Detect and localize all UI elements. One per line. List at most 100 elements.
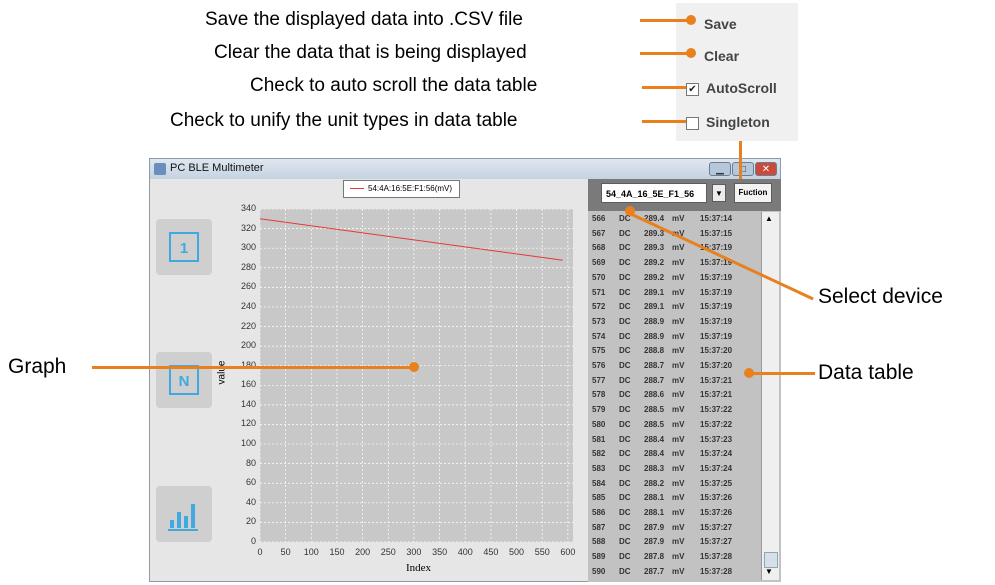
table-cell: 575 [592, 346, 606, 356]
autoscroll-checkbox[interactable]: ✔ [686, 83, 699, 96]
y-tick-label: 300 [240, 242, 256, 253]
x-tick-label: 550 [534, 547, 550, 557]
close-button[interactable]: ✕ [755, 162, 777, 176]
table-row: 583 DC 288.3 mV 15:37:24 [588, 462, 761, 475]
callout-data-table: Data table [818, 361, 914, 384]
x-tick-label: 0 [257, 547, 263, 557]
y-tick-label: 0 [250, 536, 256, 546]
scroll-down-arrow[interactable]: ▼ [765, 567, 773, 576]
table-cell: mV [672, 258, 685, 268]
svg-text:1: 1 [180, 240, 188, 257]
table-cell: 288.5 [644, 419, 665, 429]
table-cell: 584 [592, 478, 606, 488]
table-cell: DC [619, 375, 631, 385]
table-row: 581 DC 288.4 mV 15:37:23 [588, 433, 761, 446]
table-cell: 15:37:28 [700, 552, 733, 562]
table-cell: mV [672, 214, 685, 223]
table-cell: 287.9 [644, 537, 665, 547]
table-cell: DC [619, 331, 631, 341]
connector-clear [640, 52, 690, 55]
table-cell: 15:37:28 [700, 566, 733, 576]
connector-save [640, 19, 690, 22]
table-row: 575 DC 288.8 mV 15:37:20 [588, 344, 761, 357]
x-tick-label: 300 [406, 547, 422, 557]
chart-svg [259, 208, 573, 543]
table-cell: 570 [592, 272, 606, 282]
table-cell: 566 [592, 214, 606, 223]
scroll-thumb[interactable] [764, 552, 778, 568]
table-cell: DC [619, 508, 631, 517]
table-scrollbar[interactable]: ▲ ▼ [761, 212, 779, 580]
singleton-checkbox[interactable] [686, 117, 699, 130]
table-cell: 288.4 [644, 434, 665, 444]
table-cell: mV [672, 552, 685, 562]
table-cell: mV [672, 375, 685, 385]
table-cell: 15:37:19 [700, 302, 733, 312]
table-cell: 568 [592, 243, 606, 253]
y-tick-label: 160 [240, 379, 256, 390]
bar-chart-button[interactable] [156, 486, 212, 542]
table-cell: mV [672, 243, 685, 253]
table-row: 571 DC 289.1 mV 15:37:19 [588, 286, 761, 299]
minimize-button[interactable]: ▁ [709, 162, 731, 176]
table-cell: mV [672, 405, 685, 415]
table-cell: mV [672, 493, 685, 503]
table-cell: mV [672, 346, 685, 356]
app-window: PC BLE Multimeter ▁ □ ✕ 1 N 54:4A:16:5E:… [149, 158, 781, 582]
x-tick-label: 150 [329, 547, 345, 557]
table-cell: 288.1 [644, 508, 665, 517]
table-cell: mV [672, 449, 685, 459]
single-value-button[interactable]: 1 [156, 219, 212, 275]
table-cell: mV [672, 463, 685, 473]
table-cell: 15:37:20 [700, 346, 733, 356]
table-cell: 15:37:19 [700, 316, 733, 326]
window-title: PC BLE Multimeter [170, 162, 264, 174]
save-menu-item[interactable]: Save [704, 16, 737, 32]
table-row: 568 DC 289.3 mV 15:37:19 [588, 241, 761, 254]
table-row: 570 DC 289.2 mV 15:37:19 [588, 271, 761, 284]
y-axis-label: value [216, 360, 228, 385]
series-line [259, 218, 563, 261]
table-row: 582 DC 288.4 mV 15:37:24 [588, 447, 761, 460]
single-value-icon: 1 [169, 232, 199, 262]
table-cell: 582 [592, 449, 606, 459]
app-icon [154, 163, 166, 175]
table-row: 577 DC 288.7 mV 15:37:21 [588, 374, 761, 387]
table-cell: 289.2 [644, 258, 665, 268]
table-cell: DC [619, 272, 631, 282]
table-cell: DC [619, 405, 631, 415]
y-tick-label: 140 [240, 398, 256, 409]
table-cell: 288.8 [644, 346, 665, 356]
callout-graph: Graph [8, 355, 67, 378]
table-row: 585 DC 288.1 mV 15:37:26 [588, 491, 761, 504]
x-tick-label: 100 [303, 547, 319, 557]
chevron-down-icon[interactable]: ▼ [712, 184, 726, 202]
svg-text:N: N [179, 373, 190, 390]
x-axis-label: Index [406, 562, 432, 574]
maximize-button[interactable]: □ [732, 162, 754, 176]
table-row: 586 DC 288.1 mV 15:37:26 [588, 506, 761, 519]
legend-label: 54:4A:16:5E:F1:56(mV) [368, 184, 453, 193]
table-cell: 15:37:14 [700, 214, 733, 223]
table-cell: DC [619, 258, 631, 268]
table-cell: 577 [592, 375, 606, 385]
data-table: 566 DC 289.4 mV 15:37:14 567 DC 289.3 mV 15:37:15… [588, 212, 761, 580]
table-cell: 15:37:22 [700, 405, 733, 415]
clear-menu-item[interactable]: Clear [704, 48, 739, 64]
table-cell: DC [619, 566, 631, 576]
scroll-up-arrow[interactable]: ▲ [765, 214, 773, 223]
n-value-button[interactable]: N [156, 352, 212, 408]
table-cell: 15:37:22 [700, 419, 733, 429]
device-select[interactable]: 54_4A_16_5E_F1_56 [601, 183, 707, 203]
table-cell: 571 [592, 287, 606, 297]
table-cell: DC [619, 419, 631, 429]
x-tick-label: 350 [432, 547, 448, 557]
table-row: 576 DC 288.7 mV 15:37:20 [588, 359, 761, 372]
table-row: 588 DC 287.9 mV 15:37:27 [588, 535, 761, 548]
title-bar: PC BLE Multimeter ▁ □ ✕ [150, 159, 780, 179]
plot-area [259, 208, 573, 543]
table-cell: 567 [592, 228, 606, 238]
table-cell: 288.9 [644, 331, 665, 341]
table-row: 589 DC 287.8 mV 15:37:28 [588, 550, 761, 563]
function-button[interactable]: Fuction [734, 183, 772, 203]
